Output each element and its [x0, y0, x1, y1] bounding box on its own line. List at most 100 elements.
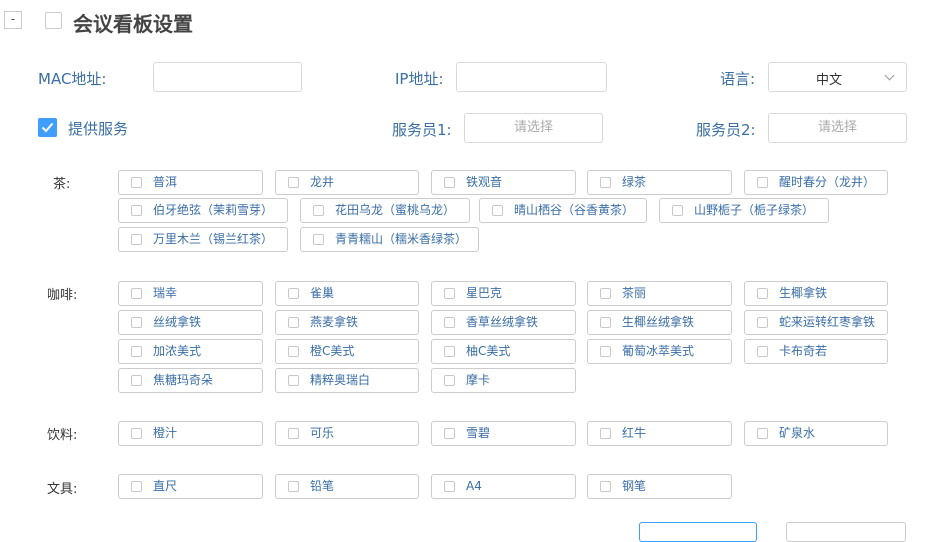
waiter1-select[interactable]: 请选择 [464, 113, 603, 143]
checkbox-box[interactable] [288, 375, 299, 386]
chevron-down-icon [884, 70, 895, 81]
option-label: 醒时春分（龙井） [779, 175, 876, 189]
option-checkbox[interactable]: 伯牙绝弦（茉莉雪芽） [118, 198, 288, 223]
option-label: 钢笔 [622, 479, 647, 493]
option-checkbox[interactable]: 绿茶 [587, 170, 732, 195]
checkbox-box[interactable] [757, 428, 768, 439]
checkbox-box[interactable] [131, 317, 142, 328]
option-checkbox[interactable]: 生椰拿铁 [744, 281, 888, 306]
option-checkbox[interactable]: 瑞幸 [118, 281, 263, 306]
option-checkbox[interactable]: 可乐 [275, 421, 419, 446]
checkbox-box[interactable] [600, 346, 611, 357]
checkbox-box[interactable] [313, 205, 324, 216]
checkbox-box[interactable] [313, 234, 324, 245]
option-checkbox[interactable]: 星巴克 [431, 281, 576, 306]
checkbox-box[interactable] [131, 428, 142, 439]
checkbox-box[interactable] [444, 177, 455, 188]
checkbox-box[interactable] [131, 234, 142, 245]
checkbox-box[interactable] [288, 177, 299, 188]
checkbox-box[interactable] [492, 205, 503, 216]
ip-input[interactable] [456, 62, 607, 92]
option-checkbox[interactable]: 柚C美式 [431, 339, 576, 364]
checkbox-box[interactable] [444, 317, 455, 328]
title-checkbox[interactable] [45, 12, 62, 29]
option-checkbox[interactable]: 卡布奇若 [744, 339, 888, 364]
checkbox-box[interactable] [288, 288, 299, 299]
checkbox-box[interactable] [288, 481, 299, 492]
option-checkbox[interactable]: 摩卡 [431, 368, 576, 393]
option-label: 橙汁 [153, 426, 178, 440]
option-checkbox[interactable]: 青青糯山（糯米香绿茶） [300, 227, 479, 252]
checkbox-box[interactable] [131, 346, 142, 357]
checkbox-box[interactable] [444, 428, 455, 439]
checkbox-box[interactable] [600, 428, 611, 439]
waiter2-select[interactable]: 请选择 [768, 113, 907, 143]
checkbox-box[interactable] [757, 177, 768, 188]
check-icon [41, 122, 54, 133]
option-checkbox[interactable]: 钢笔 [587, 474, 732, 499]
option-checkbox[interactable]: 山野栀子（栀子绿茶） [659, 198, 829, 223]
checkbox-box[interactable] [288, 346, 299, 357]
option-checkbox[interactable]: 丝绒拿铁 [118, 310, 263, 335]
checkbox-box[interactable] [757, 288, 768, 299]
checkbox-box[interactable] [757, 346, 768, 357]
confirm-button[interactable] [639, 522, 757, 542]
option-checkbox[interactable]: 普洱 [118, 170, 263, 195]
checkbox-box[interactable] [600, 317, 611, 328]
checkbox-box[interactable] [600, 177, 611, 188]
checkbox-box[interactable] [131, 288, 142, 299]
option-label: 花田乌龙（蜜桃乌龙） [335, 203, 456, 217]
option-checkbox[interactable]: 燕麦拿铁 [275, 310, 419, 335]
option-checkbox[interactable]: 铅笔 [275, 474, 419, 499]
option-checkbox[interactable]: 万里木兰（锡兰红茶） [118, 227, 288, 252]
option-checkbox[interactable]: 香草丝绒拿铁 [431, 310, 576, 335]
checkbox-box[interactable] [131, 177, 142, 188]
option-label: 可乐 [310, 426, 335, 440]
checkbox-box[interactable] [757, 317, 768, 328]
language-value: 中文 [816, 73, 843, 88]
option-checkbox[interactable]: 蛇来运转红枣拿铁 [744, 310, 888, 335]
checkbox-box[interactable] [288, 317, 299, 328]
checkbox-box[interactable] [672, 205, 683, 216]
checkbox-box[interactable] [288, 428, 299, 439]
option-checkbox[interactable]: 红牛 [587, 421, 732, 446]
checkbox-box[interactable] [444, 288, 455, 299]
mac-input[interactable] [153, 62, 302, 92]
option-checkbox[interactable]: 生椰丝绒拿铁 [587, 310, 732, 335]
checkbox-box[interactable] [444, 346, 455, 357]
option-checkbox[interactable]: 花田乌龙（蜜桃乌龙） [300, 198, 470, 223]
checkbox-box[interactable] [131, 375, 142, 386]
option-checkbox[interactable]: 雀巢 [275, 281, 419, 306]
option-checkbox[interactable]: 葡萄冰萃美式 [587, 339, 732, 364]
checkbox-box[interactable] [600, 288, 611, 299]
provide-service-checkbox[interactable] [38, 118, 57, 137]
language-select[interactable]: 中文 [768, 62, 907, 92]
ip-label: IP地址: [395, 70, 444, 88]
drinks-label: 饮料: [47, 428, 78, 443]
option-checkbox[interactable]: 直尺 [118, 474, 263, 499]
checkbox-box[interactable] [131, 481, 142, 492]
waiter2-placeholder: 请选择 [817, 120, 857, 135]
option-checkbox[interactable]: 加浓美式 [118, 339, 263, 364]
option-checkbox[interactable]: 晴山栖谷（谷香黄茶） [479, 198, 647, 223]
option-checkbox[interactable]: 焦糖玛奇朵 [118, 368, 263, 393]
option-checkbox[interactable]: 醒时春分（龙井） [744, 170, 888, 195]
checkbox-box[interactable] [131, 205, 142, 216]
option-checkbox[interactable]: 龙井 [275, 170, 419, 195]
collapse-button[interactable]: - [4, 11, 22, 29]
option-checkbox[interactable]: 铁观音 [431, 170, 576, 195]
checkbox-box[interactable] [600, 481, 611, 492]
option-checkbox[interactable]: 橙C美式 [275, 339, 419, 364]
option-label: 生椰拿铁 [779, 286, 828, 300]
cancel-button[interactable] [786, 522, 906, 542]
option-label: 摩卡 [466, 373, 491, 387]
option-checkbox[interactable]: 精粹奥瑞白 [275, 368, 419, 393]
option-checkbox[interactable]: 矿泉水 [744, 421, 888, 446]
checkbox-box[interactable] [444, 375, 455, 386]
checkbox-box[interactable] [444, 481, 455, 492]
option-label: 伯牙绝弦（茉莉雪芽） [153, 203, 274, 217]
option-checkbox[interactable]: 茶丽 [587, 281, 732, 306]
option-checkbox[interactable]: 雪碧 [431, 421, 576, 446]
option-checkbox[interactable]: A4 [431, 474, 576, 499]
option-checkbox[interactable]: 橙汁 [118, 421, 263, 446]
